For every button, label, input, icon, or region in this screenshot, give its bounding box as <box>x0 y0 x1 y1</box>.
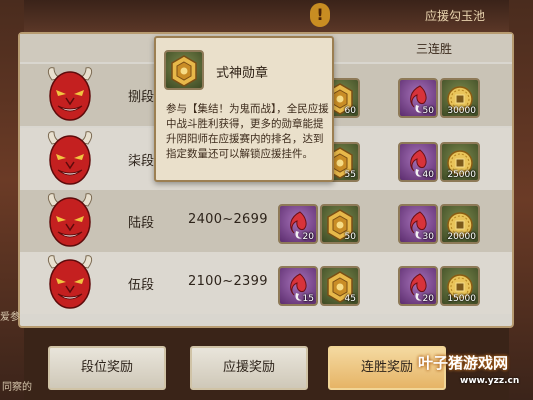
oni-mask-icon <box>42 192 98 250</box>
watermark-url: www.yzz.cn <box>460 376 520 386</box>
background-footer-text: 同察的 <box>2 382 32 393</box>
oni-mask-icon <box>42 66 98 124</box>
background-edge-text: 爱参 <box>0 312 20 323</box>
rank-rewards-button[interactable]: 段位奖励 <box>48 346 166 390</box>
reward-item[interactable]: 45 <box>320 266 360 306</box>
oni-mask-icon <box>42 254 98 312</box>
reward-item[interactable]: 20 <box>278 204 318 244</box>
rank-name: 柒段 <box>128 154 155 169</box>
rank-name: 捌段 <box>128 90 155 105</box>
rank-name: 伍段 <box>128 278 155 293</box>
reward-count: 25000 <box>447 170 476 180</box>
oni-mask-icon <box>42 130 98 188</box>
reward-count: 15000 <box>447 294 476 304</box>
reward-count: 15 <box>302 294 314 304</box>
reward-item[interactable]: 15 <box>278 266 318 306</box>
reward-count: 50 <box>344 232 356 242</box>
score-range: 2100~2399 <box>188 274 268 289</box>
reward-item[interactable]: 20 <box>398 266 438 306</box>
reward-count: 20 <box>302 232 314 242</box>
medal-tooltip: 式神勋章 参与【集结！为鬼而战】，全民应援中战斗胜利获得，更多的勋章能提升阴阳师… <box>154 36 334 182</box>
reward-count: 40 <box>422 170 434 180</box>
reward-count: 30000 <box>447 106 476 116</box>
tooltip-description: 参与【集结！为鬼而战】，全民应援中战斗胜利获得，更多的勋章能提升阴阳师在应援赛内… <box>166 103 329 160</box>
reward-count: 55 <box>344 170 356 180</box>
score-range: 2400~2699 <box>188 212 268 227</box>
reward-count: 20 <box>422 294 434 304</box>
reward-item[interactable]: 25000 <box>440 142 480 182</box>
reward-count: 30 <box>422 232 434 242</box>
site-watermark: 叶子猪游戏网 www.yzz.cn <box>418 352 530 392</box>
medal-icon <box>164 50 204 90</box>
rank-name: 陆段 <box>128 216 155 231</box>
reward-item[interactable]: 40 <box>398 142 438 182</box>
reward-item[interactable]: 30 <box>398 204 438 244</box>
three-wins-column-header: 三连胜 <box>416 42 453 56</box>
reward-item[interactable]: 20000 <box>440 204 480 244</box>
table-row: 陆段 2400~2699 20 50 30 20000 <box>20 190 512 252</box>
support-rewards-button[interactable]: 应援奖励 <box>190 346 308 390</box>
watermark-main: 叶子猪游戏网 <box>418 354 509 372</box>
rewards-panel: 胜 三连胜 捌段 60 50 30000 <box>18 32 514 328</box>
tooltip-title: 式神勋章 <box>216 66 269 81</box>
reward-count: 45 <box>344 294 356 304</box>
reward-item[interactable]: 50 <box>398 78 438 118</box>
table-row: 伍段 2100~2399 15 45 20 15000 <box>20 252 512 314</box>
reward-item[interactable]: 30000 <box>440 78 480 118</box>
reward-item[interactable]: 15000 <box>440 266 480 306</box>
reward-count: 20000 <box>447 232 476 242</box>
reward-count: 60 <box>344 106 356 116</box>
warning-icon[interactable]: ! <box>310 3 330 27</box>
reward-count: 50 <box>422 106 434 116</box>
reward-item[interactable]: 50 <box>320 204 360 244</box>
support-pool-label[interactable]: 应援勾玉池 <box>425 7 485 24</box>
